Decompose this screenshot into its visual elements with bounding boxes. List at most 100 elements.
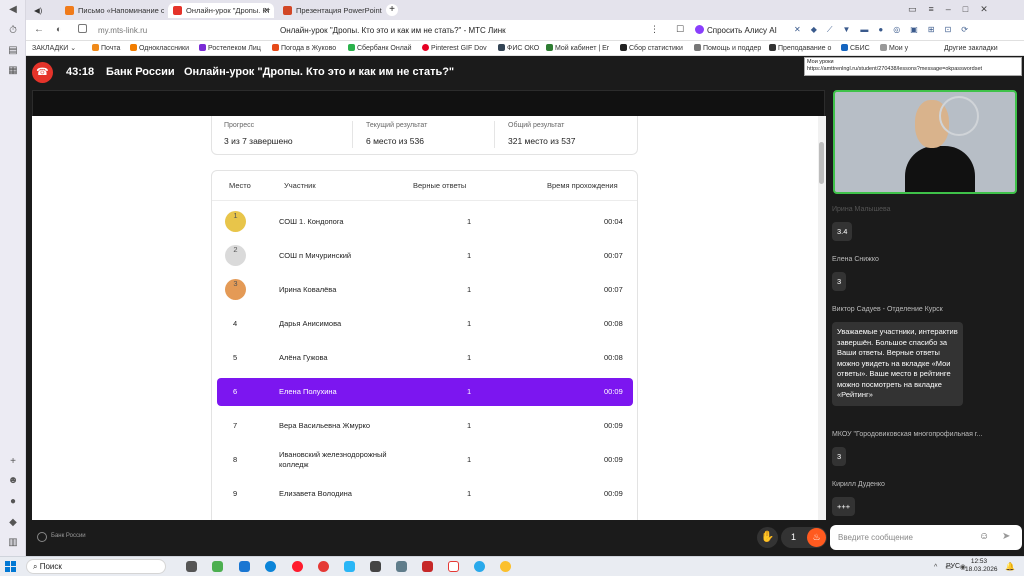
new-tab-button[interactable]: +	[386, 4, 398, 16]
extension-icon[interactable]: ⊞	[928, 25, 945, 34]
sidebar-settings-icon[interactable]: ▥	[6, 536, 20, 550]
bookmark-item[interactable]: Мои у	[880, 43, 908, 54]
chat-message: +++	[832, 497, 856, 516]
telegram-icon[interactable]	[474, 561, 485, 572]
notifications-icon[interactable]: 🔔	[1005, 562, 1015, 571]
emoji-icon[interactable]: ☺	[979, 531, 989, 542]
extension-icon[interactable]: ◆	[811, 25, 827, 34]
calculator-icon[interactable]	[396, 561, 407, 572]
edge-icon[interactable]	[265, 561, 276, 572]
panel-scrollbar[interactable]	[818, 116, 826, 520]
row-correct: 1	[467, 455, 472, 464]
add-panel-icon[interactable]: +	[6, 455, 20, 469]
powerpoint-taskbar-icon[interactable]	[422, 561, 433, 572]
extension-icon[interactable]: ⟋	[827, 25, 843, 34]
bookmark-item[interactable]: Преподавание о	[769, 43, 831, 54]
back-icon[interactable]: ←	[34, 24, 44, 35]
tab-lesson[interactable]: Онлайн-урок "Дропы. Кт ✕	[168, 3, 274, 18]
reactions-count: 1	[791, 532, 797, 542]
row-place: 7	[233, 421, 238, 430]
app-icon[interactable]	[212, 561, 223, 572]
tab-mail[interactable]: Письмо «Напоминание о	[60, 3, 164, 18]
chat-message: 3.4	[832, 222, 853, 241]
presentation-toolbar	[32, 90, 825, 116]
extension-icon[interactable]: ⟳	[961, 25, 978, 34]
more-icon[interactable]: ⋮	[650, 24, 659, 35]
speaker-video[interactable]	[833, 90, 1017, 194]
total-result-value: 321 место из 537	[508, 136, 576, 146]
alice-icon	[695, 25, 704, 34]
bookmark-item[interactable]: Ростелеком Лиц	[199, 43, 261, 54]
chat-input[interactable]: Введите сообщение ☺ ➤	[830, 525, 1022, 550]
pinned-tab[interactable]: ◀)	[30, 3, 58, 18]
extension-icon[interactable]: ▣	[910, 25, 928, 34]
task-view-icon[interactable]	[186, 561, 197, 572]
close-window-icon[interactable]: ✕	[980, 4, 1000, 14]
app-icon[interactable]	[370, 561, 381, 572]
progress-value: 3 из 7 завершено	[224, 136, 293, 146]
explorer-icon[interactable]	[239, 561, 250, 572]
extension-icon[interactable]: ✕	[794, 25, 811, 34]
notes-icon[interactable]: ▦	[6, 64, 20, 78]
bookmark-item[interactable]: СБИС	[841, 43, 870, 54]
app-icon[interactable]	[344, 561, 355, 572]
chat-author: Ирина Малышева	[832, 206, 891, 213]
row-participant: Елизавета Володина	[279, 489, 352, 498]
tabs-menu-icon[interactable]: ▭	[908, 4, 929, 14]
extension-icon[interactable]: ▼	[842, 25, 860, 34]
bookmark-item[interactable]: Сбербанк Онлай	[348, 43, 412, 54]
row-participant: Вера Васильевна Жмурко	[279, 421, 371, 430]
shield-icon[interactable]: ◐	[56, 24, 61, 34]
keyboard-lang[interactable]: РУС	[946, 563, 960, 570]
header-time: Время прохождения	[547, 181, 618, 190]
bookmark-item[interactable]: Помощь и поддер	[694, 43, 761, 54]
extension-icon-1[interactable]: ☻	[6, 474, 20, 488]
start-icon[interactable]	[5, 561, 16, 572]
minimize-icon[interactable]: –	[946, 4, 963, 14]
bookmark-item[interactable]: Погода в Жуково	[272, 43, 336, 54]
taskbar-search[interactable]: ⌕ Поиск	[26, 559, 166, 574]
end-call-button[interactable]: ☎	[32, 62, 53, 83]
bookmark-item[interactable]: Pinterest GIF Dov	[422, 43, 487, 54]
extension-icon[interactable]: ◎	[893, 25, 910, 34]
extension-icon[interactable]: ▬	[860, 25, 878, 34]
bookmarks-menu[interactable]: ЗАКЛАДКИ ⌄	[32, 43, 76, 54]
yandex-browser-icon[interactable]	[448, 561, 459, 572]
send-icon[interactable]: ➤	[1002, 531, 1010, 542]
close-tab-icon[interactable]: ✕	[263, 3, 270, 18]
url-field[interactable]: my.mts-link.ru Онлайн-урок "Дропы. Кто э…	[98, 24, 668, 37]
meeting-org: Банк России	[106, 66, 175, 78]
site-info-icon[interactable]	[78, 24, 87, 33]
scrollbar-thumb[interactable]	[819, 142, 824, 184]
raise-hand-button[interactable]: ✋	[757, 527, 778, 548]
clock-date: 18.03.2026	[965, 566, 998, 573]
opera-icon[interactable]	[292, 561, 303, 572]
reactions-button[interactable]: 1 ♨	[781, 527, 827, 548]
speaker-icon[interactable]: ◀	[6, 3, 20, 17]
alice-button[interactable]: Спросить Алису AI	[695, 24, 777, 37]
extension-icon[interactable]: ⊡	[944, 25, 961, 34]
tab-powerpoint[interactable]: Презентация PowerPoint	[278, 3, 382, 18]
chrome-icon[interactable]	[500, 561, 511, 572]
row-time: 00:09	[604, 387, 623, 396]
other-bookmarks[interactable]: Другие закладки	[944, 43, 998, 54]
bookmark-item[interactable]: ФИС ОКО	[498, 43, 539, 54]
powerpoint-icon	[283, 6, 292, 15]
extension-icon-2[interactable]: ●	[6, 495, 20, 509]
bookmark-icon[interactable]: ☐	[676, 24, 684, 35]
collections-icon[interactable]: ▤	[6, 44, 20, 58]
opera-gx-icon[interactable]	[318, 561, 329, 572]
tooltip-title: Мои уроки	[807, 59, 834, 65]
bookmark-item[interactable]: Почта	[92, 43, 120, 54]
row-place: 5	[233, 353, 238, 362]
extension-icon-3[interactable]: ◆	[6, 516, 20, 530]
bookmark-item[interactable]: Сбор статистики	[620, 43, 683, 54]
maximize-icon[interactable]: □	[963, 4, 980, 14]
history-icon[interactable]: ⏱	[6, 24, 20, 38]
row-participant: Елена Полухина	[279, 387, 337, 396]
bookmark-item[interactable]: Одноклассники	[130, 43, 189, 54]
extension-icon[interactable]: ●	[878, 25, 893, 34]
menu-icon[interactable]: ≡	[929, 4, 946, 14]
clock[interactable]: 12:53 18.03.2026	[965, 558, 998, 574]
bookmark-item[interactable]: Мой кабинет | Er	[546, 43, 609, 54]
